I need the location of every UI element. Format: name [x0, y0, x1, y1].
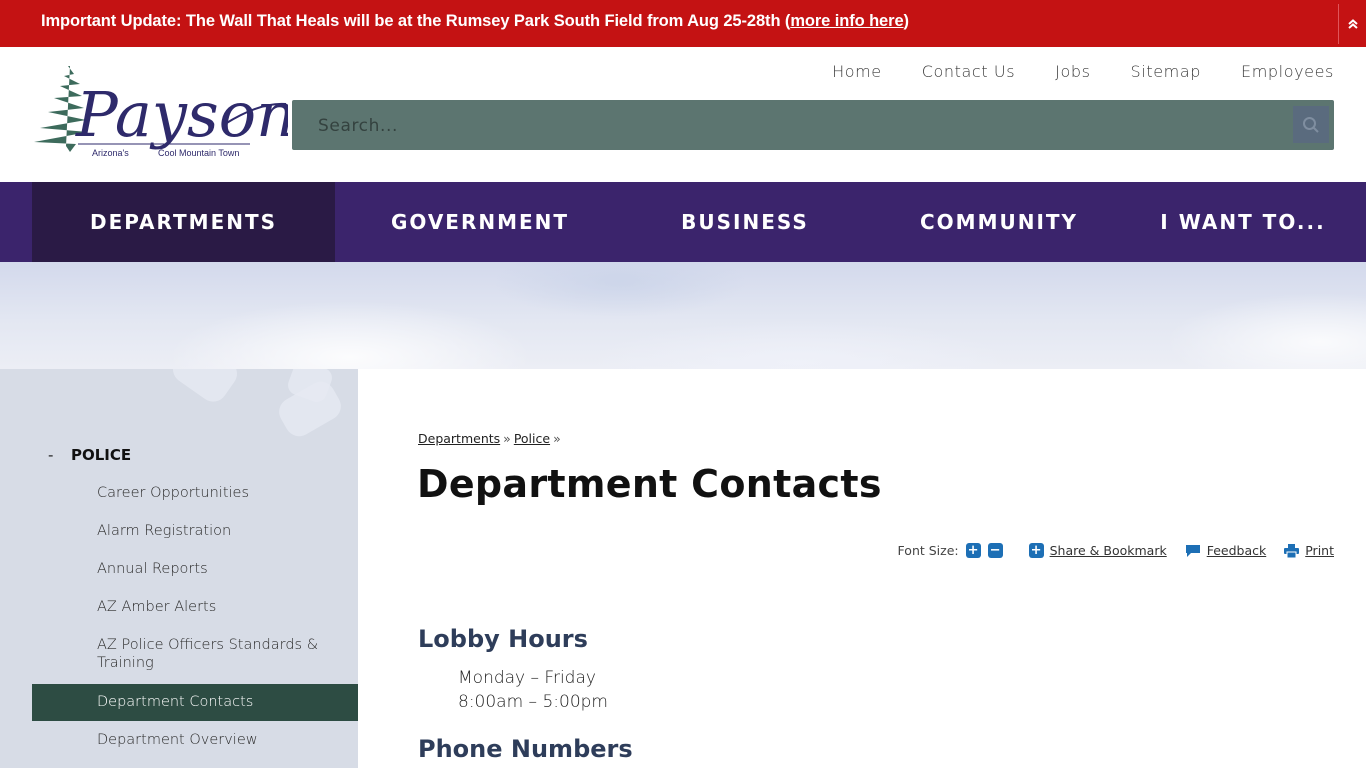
printer-icon — [1284, 543, 1300, 558]
hero-banner — [0, 262, 1366, 369]
sidebar-item-az-post[interactable]: AZ Police Officers Standards & Training — [32, 624, 358, 680]
utility-nav: Home Contact Us Jobs Sitemap Employees — [832, 62, 1334, 81]
alert-collapse-button[interactable] — [1339, 0, 1366, 47]
sidebar-item-alarm-registration[interactable]: Alarm Registration — [32, 510, 358, 548]
page-title: Department Contacts — [417, 462, 882, 506]
logo-tagline-left: Arizona's — [92, 148, 129, 158]
alert-text: Important Update: The Wall That Heals wi… — [41, 12, 791, 30]
payson-logo[interactable]: Payson Arizona's Cool Mountain Town — [30, 62, 296, 166]
sidebar-item-career-opportunities[interactable]: Career Opportunities — [32, 476, 358, 510]
print-button[interactable]: Print — [1284, 543, 1334, 558]
breadcrumb-departments[interactable]: Departments — [418, 431, 500, 446]
share-bookmark-button[interactable]: + Share & Bookmark — [1028, 543, 1167, 558]
sidebar-list: Career Opportunities Alarm Registration … — [32, 476, 358, 757]
nav-government[interactable]: GOVERNMENT — [335, 182, 625, 262]
page-tools: Font Size: + − + Share & Bookmark Feedba… — [898, 543, 1334, 558]
sidebar-item-department-overview[interactable]: Department Overview — [32, 721, 358, 757]
breadcrumb-police[interactable]: Police — [514, 431, 550, 446]
util-link-home[interactable]: Home — [832, 62, 882, 81]
search-button[interactable] — [1293, 106, 1329, 143]
logo-graphic: Payson Arizona's Cool Mountain Town — [34, 66, 296, 158]
lobby-times: 8:00am – 5:00pm — [458, 692, 608, 712]
feedback-button[interactable]: Feedback — [1185, 543, 1267, 558]
font-increase-button[interactable]: + — [965, 543, 981, 558]
sidebar-parent-label: POLICE — [71, 446, 132, 464]
feedback-link[interactable]: Feedback — [1207, 543, 1267, 558]
breadcrumb-separator: » — [503, 431, 511, 446]
sidebar-parent-police[interactable]: - POLICE — [48, 446, 131, 464]
lobby-hours-text: Monday – Friday 8:00am – 5:00pm — [458, 666, 608, 714]
main-nav: DEPARTMENTS GOVERNMENT BUSINESS COMMUNIT… — [0, 182, 1366, 262]
decorative-shape — [167, 369, 243, 408]
logo-tagline-right: Cool Mountain Town — [158, 148, 239, 158]
logo-wordmark: Payson — [75, 78, 288, 151]
nav-i-want-to[interactable]: I WANT TO... — [1133, 182, 1353, 262]
search-icon — [1303, 116, 1319, 133]
font-decrease-button[interactable]: − — [987, 543, 1003, 558]
print-link[interactable]: Print — [1305, 543, 1334, 558]
share-bookmark-link[interactable]: Share & Bookmark — [1050, 543, 1167, 558]
alert-message: Important Update: The Wall That Heals wi… — [41, 12, 909, 31]
sidebar-item-department-contacts[interactable]: Department Contacts — [32, 684, 358, 721]
plus-icon: + — [1028, 543, 1044, 558]
nav-departments[interactable]: DEPARTMENTS — [32, 182, 335, 262]
util-link-contact-us[interactable]: Contact Us — [922, 62, 1015, 81]
nav-community[interactable]: COMMUNITY — [865, 182, 1133, 262]
font-size-label: Font Size: — [897, 543, 959, 558]
comment-icon — [1185, 544, 1200, 557]
double-chevron-up-icon — [1347, 18, 1358, 29]
sidebar-nav: - POLICE Career Opportunities Alarm Regi… — [0, 369, 358, 768]
sidebar-item-annual-reports[interactable]: Annual Reports — [32, 548, 358, 586]
breadcrumb: Departments» Police» — [418, 431, 564, 446]
search-bar — [292, 100, 1334, 150]
nav-business[interactable]: BUSINESS — [625, 182, 865, 262]
util-link-sitemap[interactable]: Sitemap — [1131, 62, 1201, 81]
search-input[interactable] — [318, 114, 1218, 138]
section-heading-phone-numbers: Phone Numbers — [418, 735, 633, 763]
alert-banner: Important Update: The Wall That Heals wi… — [0, 0, 1366, 47]
breadcrumb-separator: » — [553, 431, 561, 446]
util-link-employees[interactable]: Employees — [1241, 62, 1334, 81]
collapse-toggle[interactable]: - — [48, 446, 71, 464]
util-link-jobs[interactable]: Jobs — [1055, 62, 1090, 81]
alert-suffix: ) — [903, 12, 910, 30]
more-info-link[interactable]: more info here — [790, 12, 903, 30]
section-heading-lobby-hours: Lobby Hours — [418, 625, 588, 653]
sidebar-item-az-amber-alerts[interactable]: AZ Amber Alerts — [32, 586, 358, 624]
lobby-days: Monday – Friday — [458, 668, 596, 688]
